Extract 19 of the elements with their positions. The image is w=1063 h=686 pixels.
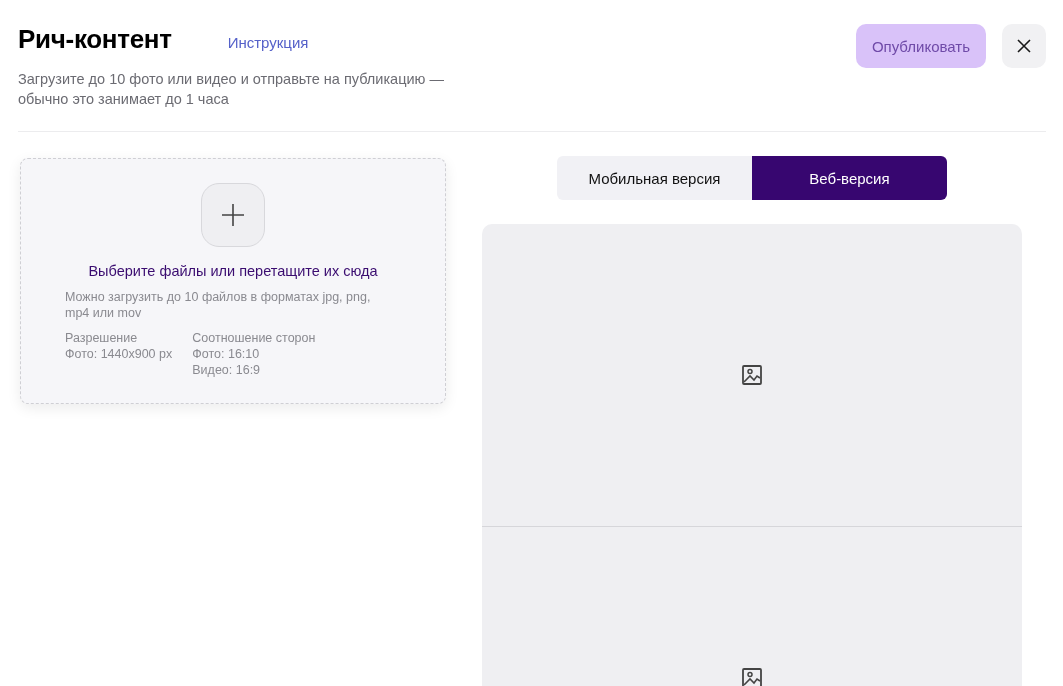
page-title: Рич-контент <box>18 24 172 55</box>
spec-heading: Соотношение сторон <box>192 330 316 346</box>
spec-value: Видео: 16:9 <box>192 362 262 378</box>
instruction-link[interactable]: Инструкция <box>227 34 309 51</box>
version-tab[interactable]: Веб-версия <box>752 156 947 200</box>
spec-value: Фото: 1440x900 px <box>65 346 173 362</box>
image-icon <box>742 365 762 385</box>
upload-title: Выберите файлы или перетащите их сюда <box>88 263 378 279</box>
close-icon <box>1017 39 1031 53</box>
version-tab[interactable]: Мобильная версия <box>557 156 752 200</box>
spec-value: Фото: 16:10 <box>192 346 261 362</box>
image-icon <box>742 668 762 686</box>
add-file-button[interactable] <box>201 183 265 247</box>
plus-icon <box>222 204 244 226</box>
subtitle-text: Загрузите до 10 фото или видео и отправьте на публикацию — обычно это занимает до 1 часа <box>18 70 445 109</box>
spec-heading: Разрешение <box>65 330 139 346</box>
close-button[interactable] <box>1002 24 1046 68</box>
upload-dropzone[interactable]: Выберите файлы или перетащите их сюда Можно загрузить до 10 файлов в форматах jpg, png, mp4 или mov Разрешение Фото: 1440x900 px Соотношение сторон Фото: 16:10 Видео: 16:9 <box>20 158 446 404</box>
upload-hint: Можно загрузить до 10 файлов в форматах jpg, png, mp4 или mov <box>65 289 372 321</box>
